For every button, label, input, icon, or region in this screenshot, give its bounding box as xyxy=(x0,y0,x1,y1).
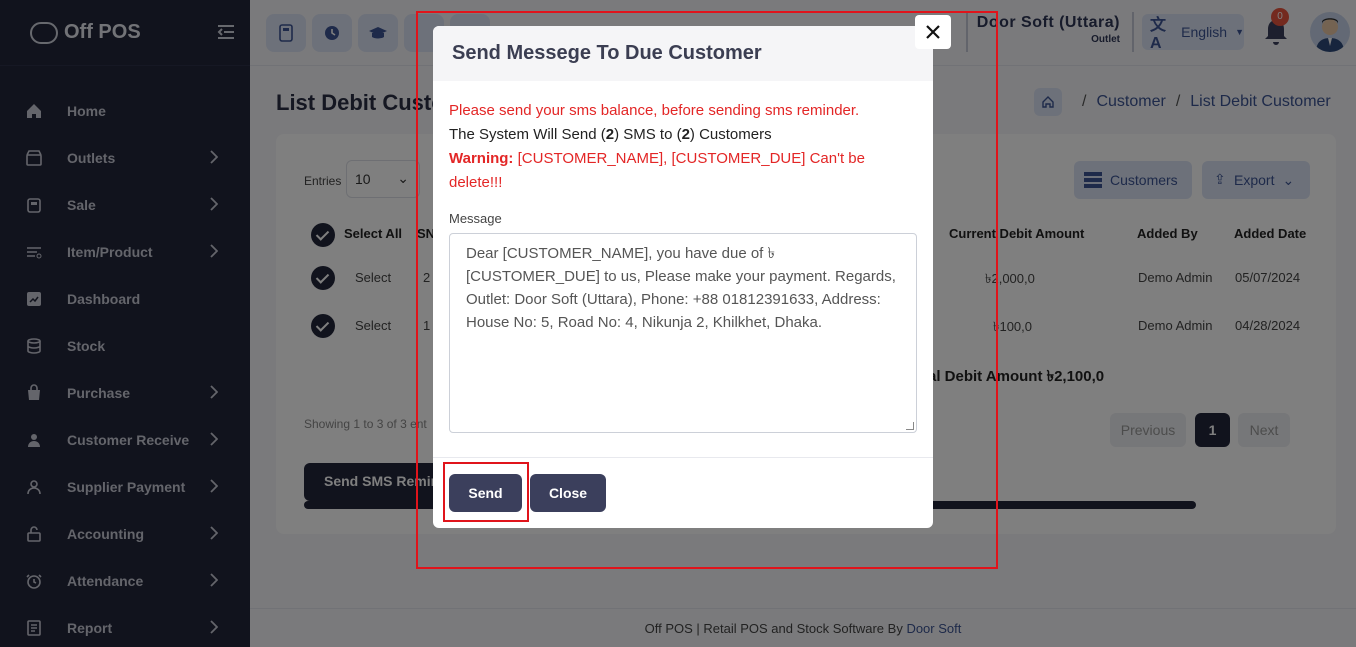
sms-summary: The System Will Send (2) SMS to (2) Cust… xyxy=(449,126,772,143)
close-icon[interactable] xyxy=(915,15,951,49)
modal-title: Send Messege To Due Customer xyxy=(452,42,762,64)
balance-warning: Please send your sms balance, before sen… xyxy=(449,102,860,119)
send-highlight-frame xyxy=(443,462,529,522)
modal-header: Send Messege To Due Customer xyxy=(433,26,933,81)
message-textarea[interactable]: Dear [CUSTOMER_NAME], you have due of ৳ … xyxy=(449,233,917,433)
customer-count: 2 xyxy=(681,126,690,143)
warning-label: Warning: xyxy=(449,150,514,167)
send-message-modal: Send Messege To Due Customer Please send… xyxy=(433,26,933,528)
close-button[interactable]: Close xyxy=(530,474,606,512)
modal-body: Please send your sms balance, before sen… xyxy=(433,81,933,433)
message-label: Message xyxy=(449,211,502,226)
message-text: Dear [CUSTOMER_NAME], you have due of ৳ … xyxy=(466,245,896,331)
placeholder-warning: Warning: [CUSTOMER_NAME], [CUSTOMER_DUE]… xyxy=(449,147,917,195)
sms-count: 2 xyxy=(605,126,615,143)
resize-handle-icon[interactable] xyxy=(906,422,914,430)
